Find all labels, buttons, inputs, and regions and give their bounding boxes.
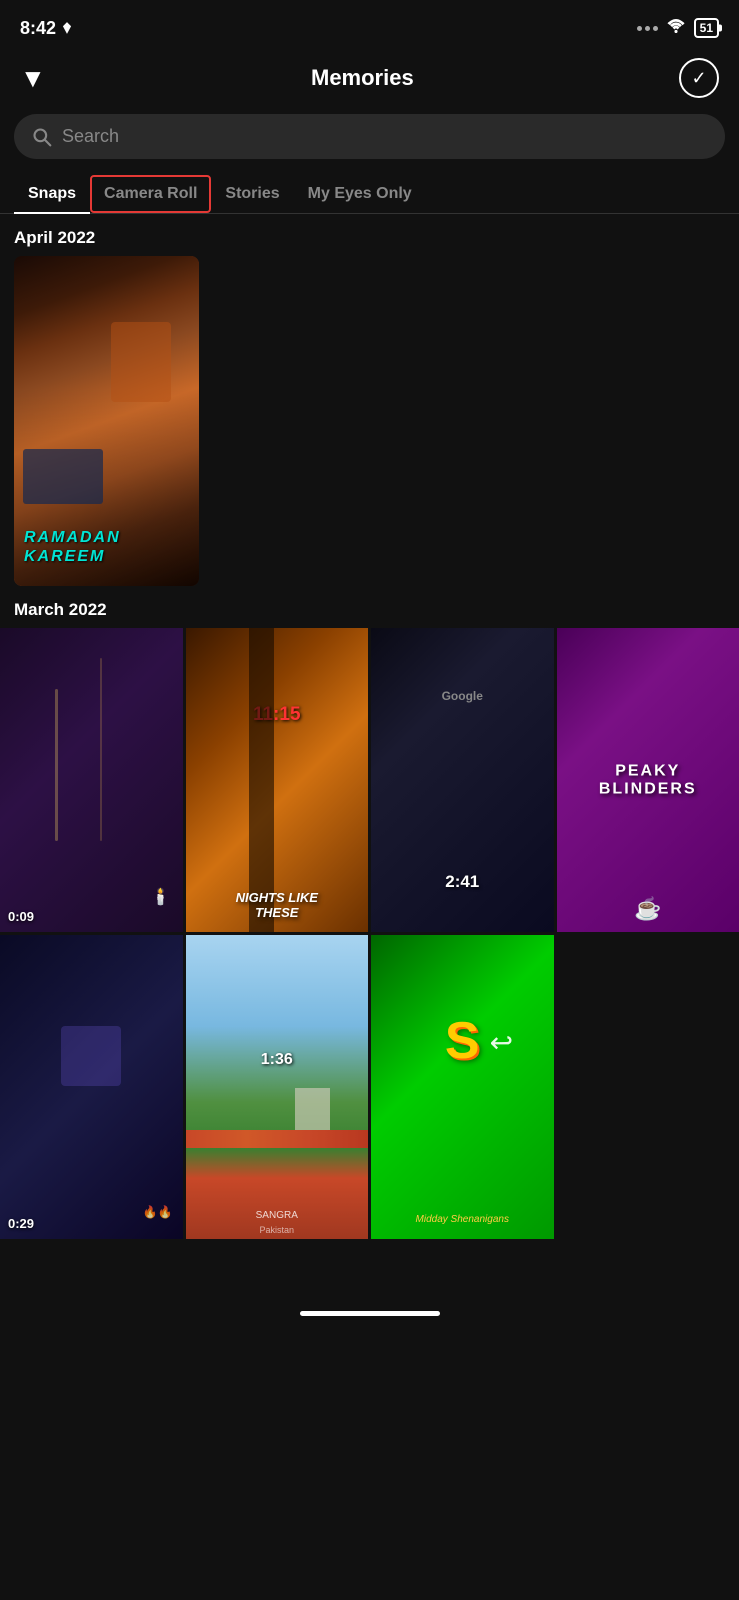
march-6-label: SANGRA — [256, 1210, 298, 1221]
status-time: 8:42 — [20, 18, 74, 39]
march-row-1: 0:09 🕯️ 11:15 NIGHTS LIKETHESE Google 2:… — [0, 628, 739, 932]
check-button[interactable]: ✓ — [679, 58, 719, 98]
tabs-bar: Snaps Camera Roll Stories My Eyes Only — [0, 175, 739, 214]
april-snap-overlay: RAMADAN KAREEM — [24, 528, 121, 566]
signal-dot-2 — [645, 26, 650, 31]
march-6-time: 1:36 — [261, 1051, 293, 1069]
tab-my-eyes-only[interactable]: My Eyes Only — [294, 175, 426, 213]
status-right: 51 — [637, 18, 719, 38]
march-3-time: 2:41 — [445, 872, 479, 892]
section-april-header: April 2022 — [0, 214, 739, 256]
march-thumb-6[interactable]: 1:36 SANGRA Pakistan — [186, 935, 369, 1239]
march-thumb-1[interactable]: 0:09 🕯️ — [0, 628, 183, 932]
march-5-duration: 0:29 — [8, 1216, 34, 1231]
march-row-2: 0:29 🔥🔥 1:36 SANGRA Pakistan S ↩ Midday … — [0, 935, 739, 1239]
signal-dot-1 — [637, 26, 642, 31]
march-2-overlay: NIGHTS LIKETHESE — [236, 890, 318, 920]
march-thumb-4[interactable]: PEAKYBLINDERS ☕ — [557, 628, 739, 932]
march-thumb-2[interactable]: 11:15 NIGHTS LIKETHESE — [186, 628, 369, 932]
home-bar — [300, 1311, 440, 1316]
april-grid: RAMADAN KAREEM — [0, 256, 739, 586]
header: ▼ Memories ✓ — [0, 50, 739, 114]
home-indicator-area — [0, 1299, 739, 1324]
page-title: Memories — [311, 65, 414, 91]
back-chevron[interactable]: ▼ — [20, 63, 46, 94]
search-icon — [32, 127, 52, 147]
march-7-label: Midday Shenanigans — [416, 1214, 509, 1225]
april-snap-1[interactable]: RAMADAN KAREEM — [14, 256, 199, 586]
status-bar: 8:42 51 — [0, 0, 739, 50]
section-march-header: March 2022 — [0, 586, 739, 628]
march-1-duration: 0:09 — [8, 909, 34, 924]
march-thumb-5[interactable]: 0:29 🔥🔥 — [0, 935, 183, 1239]
search-placeholder: Search — [62, 126, 119, 147]
tab-snaps[interactable]: Snaps — [14, 175, 90, 213]
march-thumb-7[interactable]: S ↩ Midday Shenanigans — [371, 935, 554, 1239]
march-4-overlay: PEAKYBLINDERS — [599, 762, 697, 797]
search-bar[interactable]: Search — [14, 114, 725, 159]
search-container: Search — [0, 114, 739, 175]
march-thumb-empty — [557, 935, 739, 1239]
tab-camera-roll[interactable]: Camera Roll — [90, 175, 211, 213]
scroll-spacer — [0, 1239, 739, 1299]
wifi-icon — [666, 19, 686, 38]
battery-indicator: 51 — [694, 18, 719, 38]
signal-dots — [637, 26, 658, 31]
tab-stories[interactable]: Stories — [211, 175, 293, 213]
march-6-sublabel: Pakistan — [259, 1225, 294, 1235]
signal-dot-3 — [653, 26, 658, 31]
location-icon — [60, 21, 74, 35]
march-thumb-3[interactable]: Google 2:41 — [371, 628, 554, 932]
